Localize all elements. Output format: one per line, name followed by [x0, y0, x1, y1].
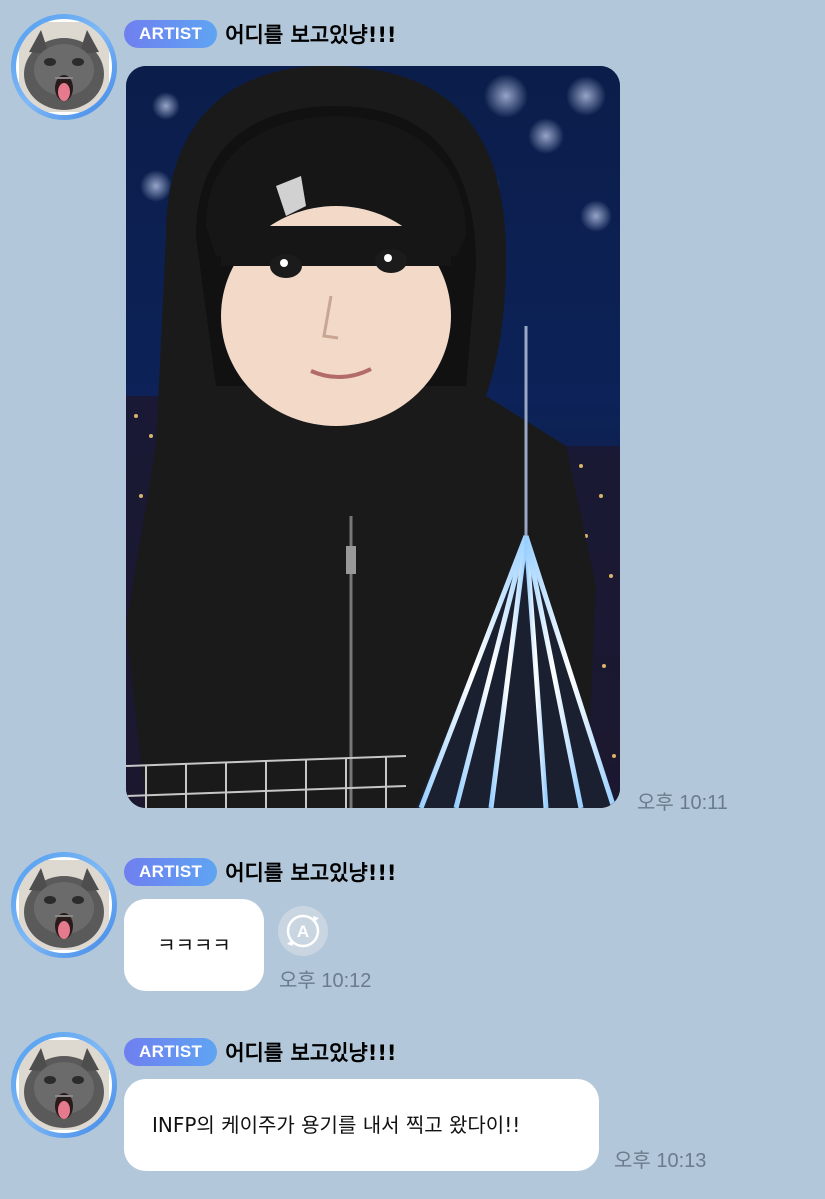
timestamp: 오후 10:12 — [279, 970, 372, 992]
cat-avatar-image — [16, 19, 112, 115]
avatar[interactable] — [11, 1032, 117, 1138]
message-2: ARTIST 어디를 보고있냥!!! ㅋㅋㅋㅋ A 오후 10:12 — [0, 852, 825, 1002]
message-text: ㅋㅋㅋㅋ — [157, 933, 231, 957]
sender-header: ARTIST 어디를 보고있냥!!! — [124, 18, 396, 50]
message-1: ARTIST 어디를 보고있냥!!! 오후 10:11 — [0, 14, 825, 814]
avatar[interactable] — [11, 14, 117, 120]
artist-badge: ARTIST — [124, 858, 218, 886]
sender-header: ARTIST 어디를 보고있냥!!! — [124, 856, 396, 888]
artist-badge: ARTIST — [124, 1038, 218, 1066]
timestamp: 오후 10:11 — [637, 792, 728, 814]
message-bubble[interactable]: INFP의 케이주가 용기를 내서 찍고 왔다이!! — [124, 1079, 599, 1171]
svg-text:A: A — [297, 922, 309, 941]
translate-icon: A — [286, 914, 320, 948]
timestamp: 오후 10:13 — [614, 1150, 707, 1172]
cat-avatar-image — [16, 1037, 112, 1133]
sender-name: 어디를 보고있냥!!! — [225, 23, 397, 47]
artist-badge: ARTIST — [124, 20, 218, 48]
message-3: ARTIST 어디를 보고있냥!!! INFP의 케이주가 용기를 내서 찍고 … — [0, 1032, 825, 1182]
message-bubble[interactable]: ㅋㅋㅋㅋ — [124, 899, 264, 991]
sender-header: ARTIST 어디를 보고있냥!!! — [124, 1036, 396, 1068]
translate-button[interactable]: A — [278, 906, 328, 956]
sender-name: 어디를 보고있냥!!! — [225, 861, 397, 885]
photo-message[interactable] — [126, 66, 620, 808]
cat-avatar-image — [16, 857, 112, 953]
sender-name: 어디를 보고있냥!!! — [225, 1041, 397, 1065]
message-text: INFP의 케이주가 용기를 내서 찍고 왔다이!! — [152, 1113, 521, 1137]
avatar[interactable] — [11, 852, 117, 958]
